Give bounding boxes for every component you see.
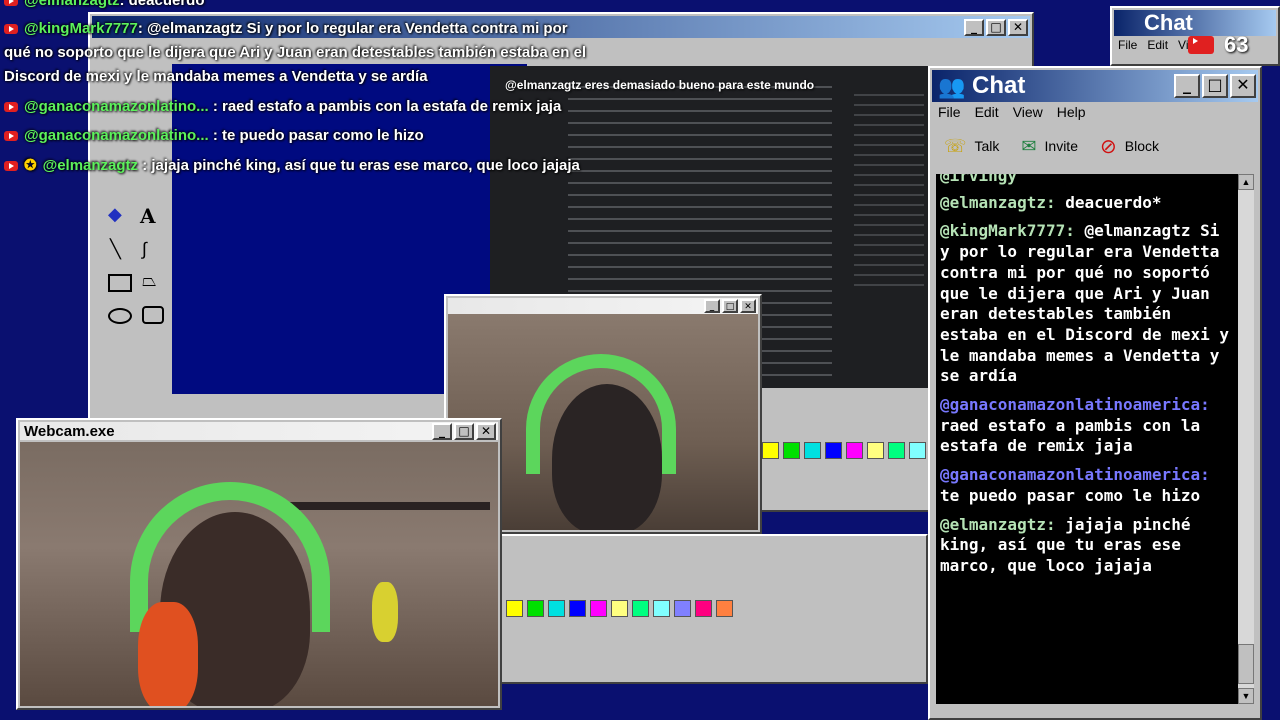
color-palette xyxy=(506,600,733,617)
chat-toolbar: ☏ Talk ✉ Invite ⊘ Block xyxy=(934,128,1256,164)
menu-view[interactable]: View xyxy=(1013,104,1043,124)
maximize-button[interactable]: □ xyxy=(722,299,738,313)
overlay-chat-line: qué no soporto que le dijera que Ari y J… xyxy=(4,44,587,61)
color-swatch[interactable] xyxy=(825,442,842,459)
webcam-window: Webcam.exe _ □ ✕ xyxy=(16,418,502,710)
viewer-count: 63 xyxy=(1224,32,1249,57)
color-swatch[interactable] xyxy=(888,442,905,459)
color-swatch[interactable] xyxy=(695,600,712,617)
maximize-button[interactable]: □ xyxy=(454,422,474,440)
toy-figure xyxy=(372,582,398,642)
scroll-up-icon[interactable]: ▲ xyxy=(1238,174,1254,190)
color-swatch[interactable] xyxy=(590,600,607,617)
chat-window: 👥 Chat _ □ ✕ File Edit View Help ☏ Talk … xyxy=(928,66,1262,720)
close-button[interactable]: ✕ xyxy=(1230,74,1256,98)
chat-message: @elmanzagtz: deacuerdo* xyxy=(940,192,1162,212)
line-tool-icon[interactable]: ╲ xyxy=(110,239,121,260)
menu-file[interactable]: File xyxy=(938,104,961,124)
scroll-thumb[interactable] xyxy=(1238,644,1254,684)
back-chat-menubar: File Edit Vie xyxy=(1118,38,1195,52)
ellipse-tool-icon[interactable] xyxy=(108,308,132,324)
close-button[interactable]: ✕ xyxy=(1008,18,1028,36)
close-button[interactable]: ✕ xyxy=(476,422,496,440)
webcam-feed xyxy=(20,442,498,706)
menu-edit[interactable]: Edit xyxy=(1147,38,1168,52)
hair xyxy=(138,602,198,706)
color-swatch[interactable] xyxy=(653,600,670,617)
fill-icon[interactable]: ◆ xyxy=(108,204,130,226)
viewer-counter: 63 xyxy=(1188,32,1248,58)
polygon-tool-icon[interactable]: ⏢ xyxy=(142,270,156,291)
paint-lower-window xyxy=(500,534,928,684)
minimize-button[interactable]: _ xyxy=(1174,74,1200,98)
youtube-icon xyxy=(4,102,18,113)
chat-log: @irvingy @elmanzagtz: deacuerdo* @kingMa… xyxy=(936,174,1242,704)
maximize-button[interactable]: □ xyxy=(1202,74,1228,98)
sidebar-articles xyxy=(854,86,924,286)
rounded-rect-tool-icon[interactable] xyxy=(142,306,164,324)
browser-overlay-comment: @elmanzagtz eres demasiado bueno para es… xyxy=(505,78,815,92)
color-swatch[interactable] xyxy=(804,442,821,459)
chat-message: @ganaconamazonlatinoamerica: raed estafo… xyxy=(940,395,1210,456)
color-swatch[interactable] xyxy=(506,600,523,617)
rectangle-tool-icon[interactable] xyxy=(108,274,132,292)
minimize-button[interactable]: _ xyxy=(704,299,720,313)
chat-window-title: Chat xyxy=(972,72,1026,99)
star-icon: ✪ xyxy=(24,157,37,174)
color-swatch[interactable] xyxy=(909,442,926,459)
close-button[interactable]: ✕ xyxy=(740,299,756,313)
youtube-icon xyxy=(4,131,18,142)
chat-menubar: File Edit View Help xyxy=(934,104,1256,124)
chat-message: @irvingy xyxy=(940,174,1018,185)
color-swatch[interactable] xyxy=(846,442,863,459)
shelf xyxy=(280,502,490,510)
youtube-icon xyxy=(4,24,18,35)
youtube-icon xyxy=(1188,36,1214,54)
overlay-chat-line: @kingMark7777: @elmanzagtz Si y por lo r… xyxy=(4,20,568,37)
color-palette xyxy=(762,442,947,459)
color-swatch[interactable] xyxy=(632,600,649,617)
overlay-chat-line: @elmanzagtz: deacuerdo xyxy=(4,0,205,9)
block-button[interactable]: ⊘ Block xyxy=(1100,134,1159,159)
color-swatch[interactable] xyxy=(783,442,800,459)
maximize-button[interactable]: □ xyxy=(986,18,1006,36)
invite-icon: ✉ xyxy=(1021,135,1037,156)
chat-scrollbar[interactable]: ▲ ▼ xyxy=(1238,174,1254,704)
color-swatch[interactable] xyxy=(569,600,586,617)
menu-help[interactable]: Help xyxy=(1057,104,1086,124)
webcam-window-title: Webcam.exe xyxy=(24,422,115,440)
overlay-chat-line: ✪ @elmanzagtz : jajaja pinché king, así q… xyxy=(4,156,580,174)
color-swatch[interactable] xyxy=(548,600,565,617)
scroll-down-icon[interactable]: ▼ xyxy=(1238,688,1254,704)
chat-people-icon: 👥 xyxy=(938,74,966,99)
overlay-chat-line: @ganaconamazonlatino... : raed estafo a … xyxy=(4,98,561,115)
color-swatch[interactable] xyxy=(674,600,691,617)
back-chat-window: Chat File Edit Vie 63 xyxy=(1110,6,1280,66)
talk-button[interactable]: ☏ Talk xyxy=(944,136,999,157)
chat-message: @elmanzagtz: jajaja pinché king, así que… xyxy=(940,514,1191,575)
minimize-button[interactable]: _ xyxy=(432,422,452,440)
person-head xyxy=(552,384,662,530)
chat-message: @ganaconamazonlatinoamerica: te puedo pa… xyxy=(940,465,1210,505)
youtube-icon xyxy=(4,0,18,7)
curve-tool-icon[interactable]: ∫ xyxy=(142,239,147,260)
color-swatch[interactable] xyxy=(867,442,884,459)
chat-message: @kingMark7777: @elmanzagtz Si y por lo r… xyxy=(940,221,1229,386)
text-tool-icon[interactable]: A xyxy=(140,204,156,228)
overlay-chat-line: @ganaconamazonlatino... : te puedo pasar… xyxy=(4,127,424,144)
color-swatch[interactable] xyxy=(716,600,733,617)
color-swatch[interactable] xyxy=(527,600,544,617)
minimize-button[interactable]: _ xyxy=(964,18,984,36)
menu-edit[interactable]: Edit xyxy=(975,104,999,124)
youtube-icon xyxy=(4,161,18,172)
invite-button[interactable]: ✉ Invite xyxy=(1021,136,1078,157)
color-swatch[interactable] xyxy=(611,600,628,617)
talk-icon: ☏ xyxy=(944,135,967,156)
overlay-chat-line: Discord de mexi y le mandaba memes a Ven… xyxy=(4,68,428,85)
color-swatch[interactable] xyxy=(762,442,779,459)
menu-file[interactable]: File xyxy=(1118,38,1137,52)
block-icon: ⊘ xyxy=(1099,135,1117,158)
